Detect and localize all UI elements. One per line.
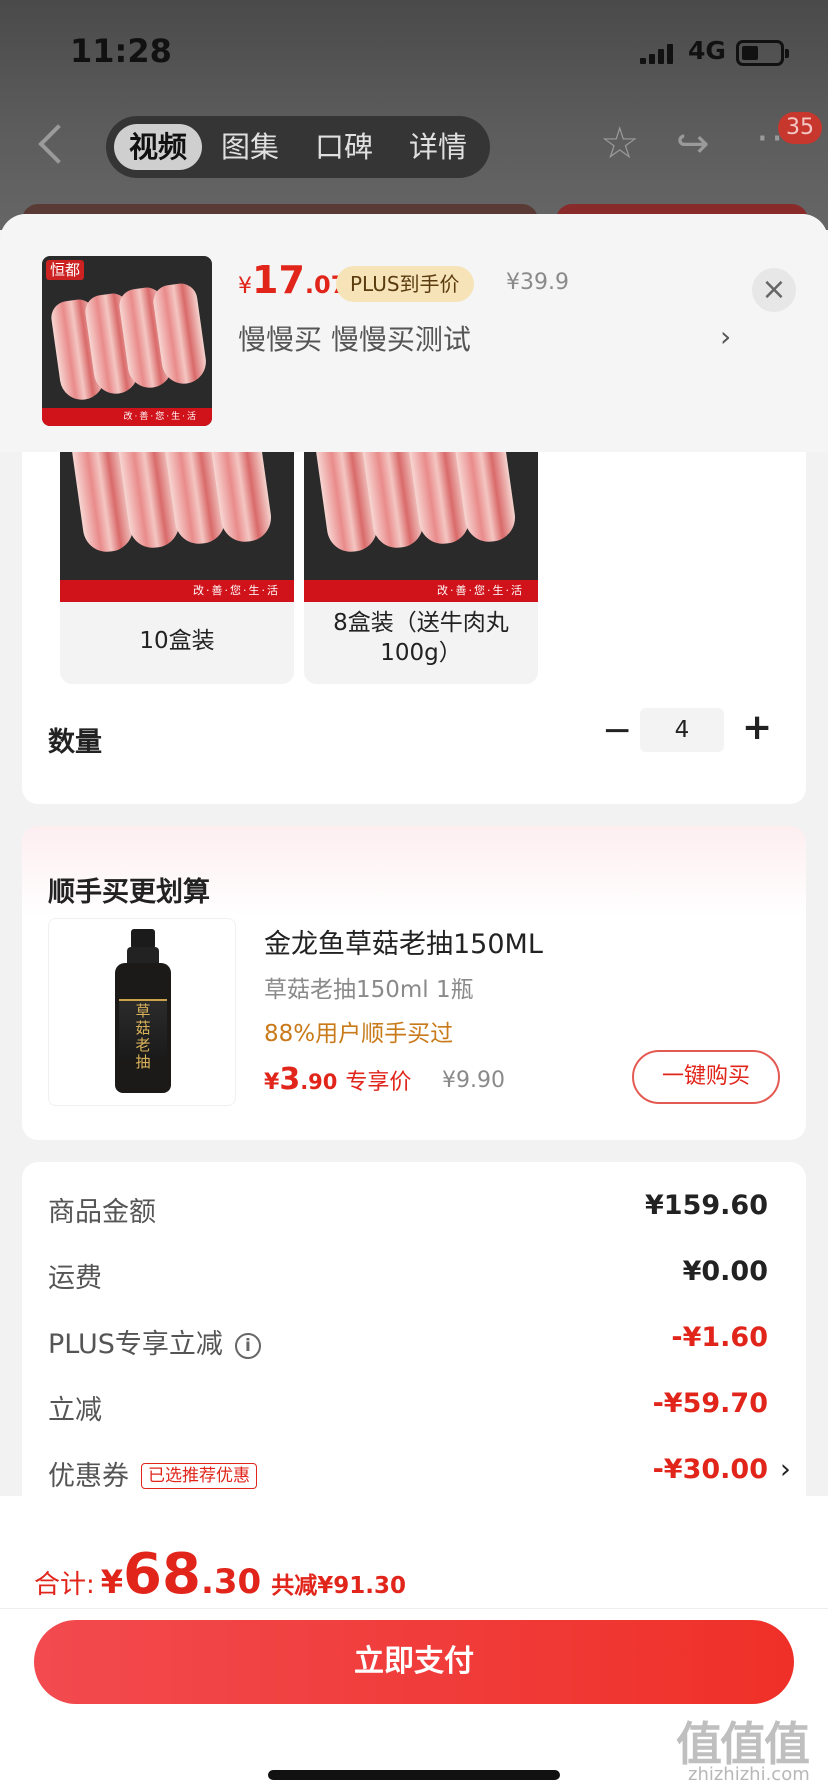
option-image: 改·善·您·生·活 [304,452,538,602]
status-time: 11:28 [70,32,172,70]
product-tabs: 视频 图集 口碑 详情 [106,116,490,178]
info-icon[interactable]: i [234,1333,261,1359]
thumbnail-slogan: 改·善·您·生·活 [42,408,212,426]
one-click-buy-button[interactable]: 一键购买 [632,1050,780,1104]
tab-details[interactable]: 详情 [394,124,482,170]
option-label: 8盒装（送牛肉丸100g） [333,610,509,666]
quantity-minus-button[interactable]: − [602,710,632,752]
brand-tag: 恒都 [46,260,85,280]
fee-row-plus-discount: PLUS专享立减 i -¥1.60 [48,1322,768,1360]
quantity-input[interactable]: 4 [640,708,724,752]
tab-reviews[interactable]: 口碑 [300,124,388,170]
upsell-social-proof: 88%用户顺手买过 [264,1021,454,1047]
tab-gallery[interactable]: 图集 [206,124,294,170]
sheet-header: 改·善·您·生·活 恒都 ¥17.07 PLUS到手价 ¥39.9 慢慢买 慢慢… [0,214,828,452]
price-breakdown-card: 商品金额 ¥159.60 运费 ¥0.00 PLUS专享立减 i -¥1.60 立… [22,1162,806,1504]
option-slogan: 改·善·您·生·活 [60,580,294,602]
upsell-title: 顺手买更划算 [48,877,210,908]
quantity-label: 数量 [48,727,102,758]
spec-options-card: 改·善·您·生·活 10盒装 改·善·您·生·活 8盒装（送牛肉丸100g） 数… [22,452,806,804]
chevron-right-icon[interactable]: › [780,1454,791,1485]
product-nav-bar: 视频 图集 口碑 详情 ☆ ↪ ··· [0,112,828,178]
status-bar: 11:28 4G [0,0,828,100]
cart-count-badge: 35 [778,112,822,144]
coupon-recommended-tag: 已选推荐优惠 [141,1463,257,1489]
network-type: 4G [688,36,726,65]
option-10-boxes[interactable]: 改·善·您·生·活 10盒装 [60,452,294,684]
quantity-plus-button[interactable]: + [742,706,772,750]
share-icon[interactable]: ↪ [676,122,710,166]
back-icon[interactable] [38,124,78,164]
upsell-product-image[interactable]: 草菇老抽 [48,918,236,1106]
product-price: ¥17.07 [238,258,348,302]
purchase-sheet: 改·善·您·生·活 恒都 ¥17.07 PLUS到手价 ¥39.9 慢慢买 慢慢… [0,214,828,1504]
product-thumbnail: 改·善·您·生·活 恒都 [42,256,212,426]
watermark-domain: zhizhizhi.com [688,1764,810,1785]
fee-row-instant-discount: 立减 -¥59.70 [48,1388,768,1426]
upsell-product-spec: 草菇老抽150ml 1瓶 [264,977,474,1003]
upsell-original-price: ¥9.90 [442,1068,505,1093]
option-label: 10盒装 [139,628,215,654]
upsell-card: 顺手买更划算 草菇老抽 金龙鱼草菇老抽150ML 草菇老抽150ml 1瓶 88… [22,826,806,1140]
original-price: ¥39.9 [506,270,569,295]
option-slogan: 改·善·您·生·活 [304,580,538,602]
fee-row-goods: 商品金额 ¥159.60 [48,1190,768,1228]
chevron-right-icon[interactable]: › [720,320,731,353]
selected-spec[interactable]: 慢慢买 慢慢买测试 [238,318,471,358]
order-total: 合计: ¥68.30 共减¥91.30 [34,1542,406,1607]
tab-video[interactable]: 视频 [114,124,202,170]
battery-icon [736,40,789,66]
total-saved: 共减¥91.30 [271,1573,406,1599]
favorite-star-icon[interactable]: ☆ [600,122,639,166]
checkout-bar: 合计: ¥68.30 共减¥91.30 立即支付 值值值 zhizhizhi.com [0,1496,828,1792]
signal-icon [640,44,676,64]
pay-now-button[interactable]: 立即支付 [34,1620,794,1704]
option-8-boxes[interactable]: 改·善·您·生·活 8盒装（送牛肉丸100g） [304,452,538,684]
bottle-label-text: 草菇老抽 [135,1002,151,1071]
plus-price-tag: PLUS到手价 [336,266,474,302]
option-image: 改·善·您·生·活 [60,452,294,602]
home-indicator[interactable] [268,1770,560,1780]
divider [0,1608,828,1609]
upsell-product-name[interactable]: 金龙鱼草菇老抽150ML [264,922,543,961]
fee-row-shipping: 运费 ¥0.00 [48,1256,768,1294]
close-button[interactable]: × [752,268,796,312]
fee-row-coupon[interactable]: 优惠券 已选推荐优惠 -¥30.00 [48,1454,768,1494]
upsell-price: ¥3.90 专享价 [264,1062,412,1097]
